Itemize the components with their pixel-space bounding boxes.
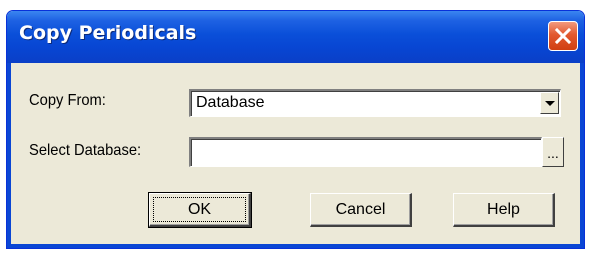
cancel-button[interactable]: Cancel: [310, 193, 412, 227]
help-button[interactable]: Help: [453, 193, 555, 227]
window-frame-right: [580, 63, 584, 248]
copy-from-label: Copy From:: [29, 92, 106, 109]
select-database-label: Select Database:: [29, 142, 142, 159]
close-icon: [555, 28, 571, 44]
ok-button-label: OK: [187, 201, 212, 218]
browse-button[interactable]: ...: [542, 137, 564, 167]
copy-periodicals-dialog: Copy Periodicals Copy From: Database Sel…: [6, 10, 585, 249]
close-button[interactable]: [548, 21, 578, 51]
copy-from-selected-value: Database: [196, 94, 265, 111]
window-title: Copy Periodicals: [19, 22, 197, 44]
help-button-label: Help: [487, 201, 520, 218]
title-bar[interactable]: Copy Periodicals: [7, 11, 584, 63]
window-frame-bottom: [7, 244, 584, 248]
window-frame-left: [7, 63, 11, 248]
select-database-input[interactable]: [189, 137, 542, 167]
cancel-button-label: Cancel: [335, 201, 386, 218]
copy-from-select[interactable]: Database: [189, 89, 561, 117]
ok-button[interactable]: OK: [148, 192, 252, 228]
dropdown-arrow-icon[interactable]: [540, 92, 559, 114]
